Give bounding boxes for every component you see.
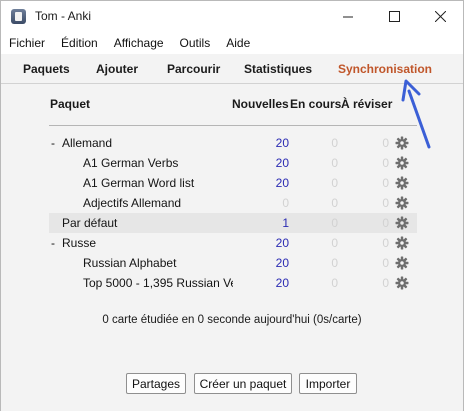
deck-name[interactable]: Russian Alphabet	[83, 256, 233, 270]
review-count: 0	[382, 256, 389, 270]
gear-icon[interactable]	[395, 236, 409, 250]
review-count: 0	[382, 176, 389, 190]
anki-window: Tom - Anki Fichier Édition Affichage Out…	[0, 0, 464, 411]
deck-name[interactable]: Top 5000 - 1,395 Russian Ver	[83, 276, 233, 290]
learning-count: 0	[331, 236, 338, 250]
shared-decks-button[interactable]: Partages	[126, 373, 186, 394]
deck-row[interactable]: Adjectifs Allemand 0 0 0	[49, 193, 417, 213]
gear-icon[interactable]	[395, 176, 409, 190]
new-count: 1	[282, 216, 289, 230]
gear-icon[interactable]	[395, 216, 409, 230]
gear-icon[interactable]	[395, 196, 409, 210]
deck-row[interactable]: - Russe 20 0 0	[49, 233, 417, 253]
learning-count: 0	[331, 216, 338, 230]
studied-today-text: 0 carte étudiée en 0 seconde aujourd'hui…	[102, 314, 362, 326]
review-count: 0	[382, 236, 389, 250]
new-count: 20	[275, 236, 289, 250]
create-deck-button[interactable]: Créer un paquet	[194, 373, 292, 394]
new-count: 20	[275, 256, 289, 270]
gear-icon[interactable]	[395, 276, 409, 290]
deck-name[interactable]: Adjectifs Allemand	[83, 196, 233, 210]
new-count: 20	[275, 176, 289, 190]
new-count: 0	[282, 196, 289, 210]
gear-icon[interactable]	[395, 256, 409, 270]
deck-name[interactable]: Russe	[62, 236, 232, 250]
deck-name[interactable]: Par défaut	[62, 216, 232, 230]
review-count: 0	[382, 276, 389, 290]
deck-row[interactable]: Par défaut 1 0 0	[49, 213, 417, 233]
learning-count: 0	[331, 256, 338, 270]
learning-count: 0	[331, 176, 338, 190]
review-count: 0	[382, 196, 389, 210]
learning-count: 0	[331, 196, 338, 210]
annotation-arrow-icon	[401, 79, 431, 149]
new-count: 20	[275, 276, 289, 290]
deck-name[interactable]: A1 German Word list	[83, 176, 233, 190]
deck-row[interactable]: A1 German Word list 20 0 0	[49, 173, 417, 193]
review-count: 0	[382, 216, 389, 230]
collapse-toggle[interactable]: -	[51, 236, 55, 250]
deck-row[interactable]: Russian Alphabet 20 0 0	[49, 253, 417, 273]
import-button[interactable]: Importer	[299, 373, 357, 394]
deck-row[interactable]: Top 5000 - 1,395 Russian Ver 20 0 0	[49, 273, 417, 293]
learning-count: 0	[331, 276, 338, 290]
